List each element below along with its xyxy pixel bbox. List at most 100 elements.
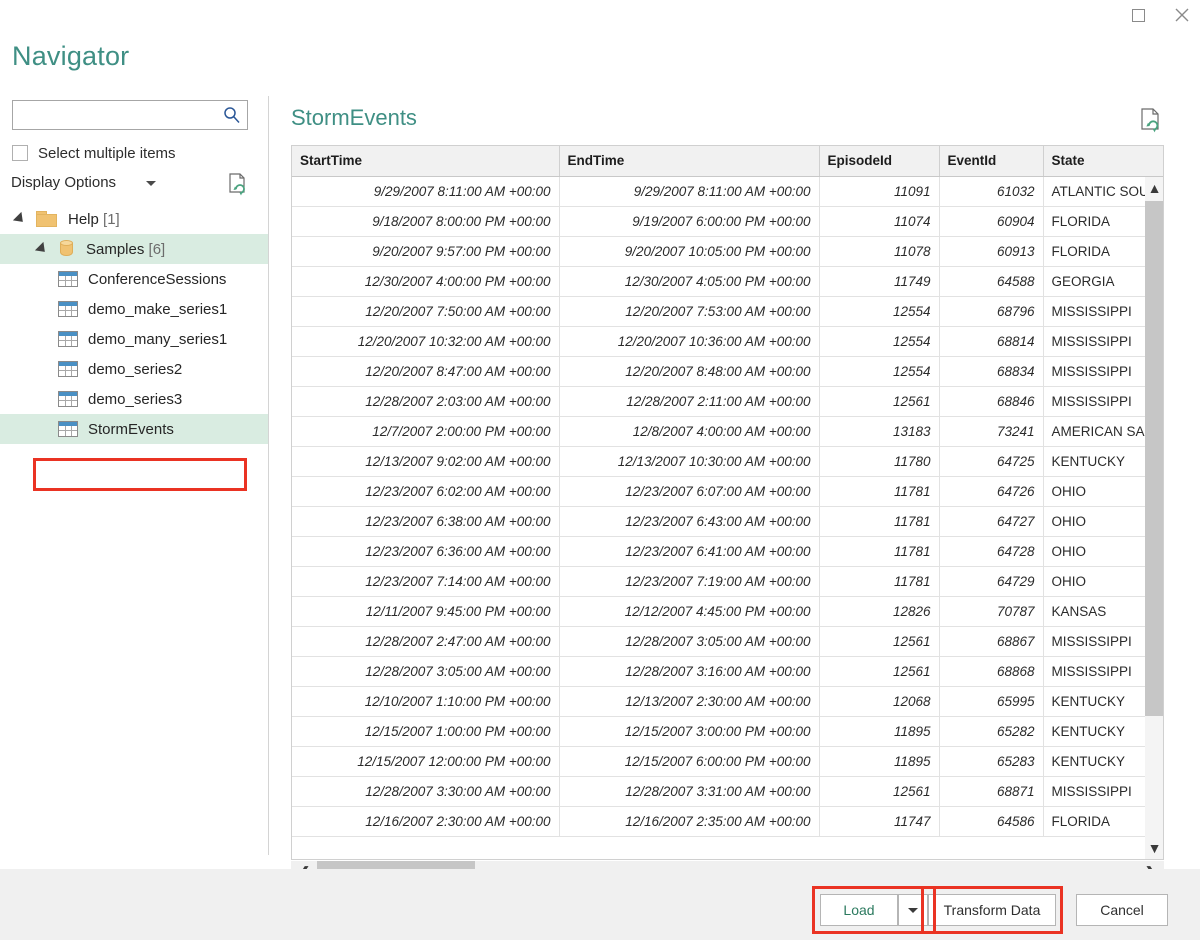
table-row: 12/15/2007 1:00:00 PM +00:0012/15/2007 3… <box>292 716 1164 746</box>
expander-icon[interactable] <box>35 242 49 256</box>
tree-item-help[interactable]: Help [1] <box>0 204 268 234</box>
tree-item-label: demo_series2 <box>88 361 182 378</box>
cancel-button[interactable]: Cancel <box>1076 894 1168 926</box>
tree-item-label: ConferenceSessions <box>88 271 226 288</box>
table-cell-episodeid: 12826 <box>819 596 939 626</box>
tree-label-text: Samples <box>86 241 144 258</box>
table-cell-endtime: 9/29/2007 8:11:00 AM +00:00 <box>559 176 819 206</box>
column-header-eventid[interactable]: EventId <box>939 146 1043 176</box>
table-cell-episodeid: 11781 <box>819 506 939 536</box>
tree-label-count: [6] <box>149 241 166 258</box>
select-multiple-items-row[interactable]: Select multiple items <box>12 142 176 164</box>
refresh-preview-icon[interactable] <box>1138 107 1162 133</box>
table-cell-episodeid: 12554 <box>819 296 939 326</box>
table-cell-starttime: 12/20/2007 8:47:00 AM +00:00 <box>292 356 559 386</box>
search-box[interactable] <box>12 100 248 130</box>
table-row: 9/20/2007 9:57:00 PM +00:009/20/2007 10:… <box>292 236 1164 266</box>
table-cell-starttime: 12/16/2007 2:30:00 AM +00:00 <box>292 806 559 836</box>
table-cell-eventid: 68834 <box>939 356 1043 386</box>
table-row: 12/23/2007 7:14:00 AM +00:0012/23/2007 7… <box>292 566 1164 596</box>
close-button[interactable] <box>1160 0 1200 30</box>
table-cell-endtime: 12/20/2007 10:36:00 AM +00:00 <box>559 326 819 356</box>
tree-item-demo-series3[interactable]: demo_series3 <box>0 384 268 414</box>
select-multiple-items-checkbox[interactable] <box>12 145 28 161</box>
load-button[interactable]: Load <box>820 894 898 926</box>
tree-item-conferencesessions[interactable]: ConferenceSessions <box>0 264 268 294</box>
tree-item-label: demo_series3 <box>88 391 182 408</box>
search-icon[interactable] <box>223 106 241 124</box>
preview-table: StartTime EndTime EpisodeId EventId Stat… <box>292 146 1164 837</box>
tree-item-stormevents[interactable]: StormEvents <box>0 414 268 444</box>
tree-item-demo-series2[interactable]: demo_series2 <box>0 354 268 384</box>
column-header-episodeid[interactable]: EpisodeId <box>819 146 939 176</box>
table-cell-starttime: 12/23/2007 7:14:00 AM +00:00 <box>292 566 559 596</box>
table-cell-episodeid: 12561 <box>819 656 939 686</box>
table-cell-endtime: 12/16/2007 2:35:00 AM +00:00 <box>559 806 819 836</box>
table-cell-endtime: 12/28/2007 3:05:00 AM +00:00 <box>559 626 819 656</box>
table-cell-starttime: 12/13/2007 9:02:00 AM +00:00 <box>292 446 559 476</box>
table-row: 12/23/2007 6:36:00 AM +00:0012/23/2007 6… <box>292 536 1164 566</box>
vertical-scrollbar[interactable]: ▲ ▼ <box>1145 177 1164 859</box>
table-cell-episodeid: 12561 <box>819 776 939 806</box>
maximize-button[interactable] <box>1116 0 1160 30</box>
table-cell-episodeid: 13183 <box>819 416 939 446</box>
table-cell-starttime: 9/18/2007 8:00:00 PM +00:00 <box>292 206 559 236</box>
search-input[interactable] <box>19 101 215 129</box>
table-cell-eventid: 61032 <box>939 176 1043 206</box>
display-options-label: Display Options <box>11 174 116 191</box>
table-cell-starttime: 12/23/2007 6:36:00 AM +00:00 <box>292 536 559 566</box>
scroll-down-icon[interactable]: ▼ <box>1145 837 1164 859</box>
table-header-row: StartTime EndTime EpisodeId EventId Stat… <box>292 146 1164 176</box>
table-cell-endtime: 12/20/2007 7:53:00 AM +00:00 <box>559 296 819 326</box>
column-header-endtime[interactable]: EndTime <box>559 146 819 176</box>
transform-data-button[interactable]: Transform Data <box>928 894 1056 926</box>
column-header-state[interactable]: State <box>1043 146 1164 176</box>
table-cell-eventid: 65283 <box>939 746 1043 776</box>
database-icon <box>60 240 73 258</box>
table-cell-endtime: 12/23/2007 7:19:00 AM +00:00 <box>559 566 819 596</box>
tree-label-text: Help <box>68 211 99 228</box>
table-cell-episodeid: 11781 <box>819 566 939 596</box>
display-options-row[interactable]: Display Options <box>11 172 249 196</box>
close-icon <box>1174 7 1190 23</box>
column-header-starttime[interactable]: StartTime <box>292 146 559 176</box>
table-row: 12/30/2007 4:00:00 PM +00:0012/30/2007 4… <box>292 266 1164 296</box>
table-cell-starttime: 9/29/2007 8:11:00 AM +00:00 <box>292 176 559 206</box>
tree-item-demo-make-series1[interactable]: demo_make_series1 <box>0 294 268 324</box>
table-row: 12/11/2007 9:45:00 PM +00:0012/12/2007 4… <box>292 596 1164 626</box>
table-cell-endtime: 12/15/2007 6:00:00 PM +00:00 <box>559 746 819 776</box>
table-cell-episodeid: 12561 <box>819 626 939 656</box>
table-cell-episodeid: 11747 <box>819 806 939 836</box>
table-row: 12/7/2007 2:00:00 PM +00:0012/8/2007 4:0… <box>292 416 1164 446</box>
load-dropdown-button[interactable] <box>898 894 928 926</box>
refresh-document-icon[interactable] <box>226 172 248 196</box>
table-cell-episodeid: 12068 <box>819 686 939 716</box>
table-row: 12/20/2007 8:47:00 AM +00:0012/20/2007 8… <box>292 356 1164 386</box>
table-cell-endtime: 12/23/2007 6:07:00 AM +00:00 <box>559 476 819 506</box>
table-cell-endtime: 12/23/2007 6:41:00 AM +00:00 <box>559 536 819 566</box>
table-cell-endtime: 9/19/2007 6:00:00 PM +00:00 <box>559 206 819 236</box>
table-cell-endtime: 12/28/2007 2:11:00 AM +00:00 <box>559 386 819 416</box>
chevron-down-icon <box>908 908 918 913</box>
table-cell-starttime: 12/20/2007 10:32:00 AM +00:00 <box>292 326 559 356</box>
table-cell-eventid: 65282 <box>939 716 1043 746</box>
table-cell-endtime: 12/15/2007 3:00:00 PM +00:00 <box>559 716 819 746</box>
table-cell-endtime: 12/20/2007 8:48:00 AM +00:00 <box>559 356 819 386</box>
table-cell-eventid: 64726 <box>939 476 1043 506</box>
expander-icon[interactable] <box>13 212 27 226</box>
table-cell-starttime: 12/15/2007 1:00:00 PM +00:00 <box>292 716 559 746</box>
tree-item-samples[interactable]: Samples [6] <box>0 234 268 264</box>
vertical-scrollbar-thumb[interactable] <box>1145 201 1164 716</box>
chevron-down-icon[interactable] <box>146 181 156 186</box>
table-row: 12/20/2007 7:50:00 AM +00:0012/20/2007 7… <box>292 296 1164 326</box>
scroll-up-icon[interactable]: ▲ <box>1145 177 1164 199</box>
table-cell-endtime: 12/8/2007 4:00:00 AM +00:00 <box>559 416 819 446</box>
table-cell-eventid: 64728 <box>939 536 1043 566</box>
table-cell-eventid: 68796 <box>939 296 1043 326</box>
navigator-dialog: Navigator Select multiple items Display … <box>0 0 1200 940</box>
table-cell-episodeid: 11091 <box>819 176 939 206</box>
table-cell-endtime: 12/28/2007 3:31:00 AM +00:00 <box>559 776 819 806</box>
table-cell-eventid: 64729 <box>939 566 1043 596</box>
table-row: 12/28/2007 3:30:00 AM +00:0012/28/2007 3… <box>292 776 1164 806</box>
tree-item-demo-many-series1[interactable]: demo_many_series1 <box>0 324 268 354</box>
